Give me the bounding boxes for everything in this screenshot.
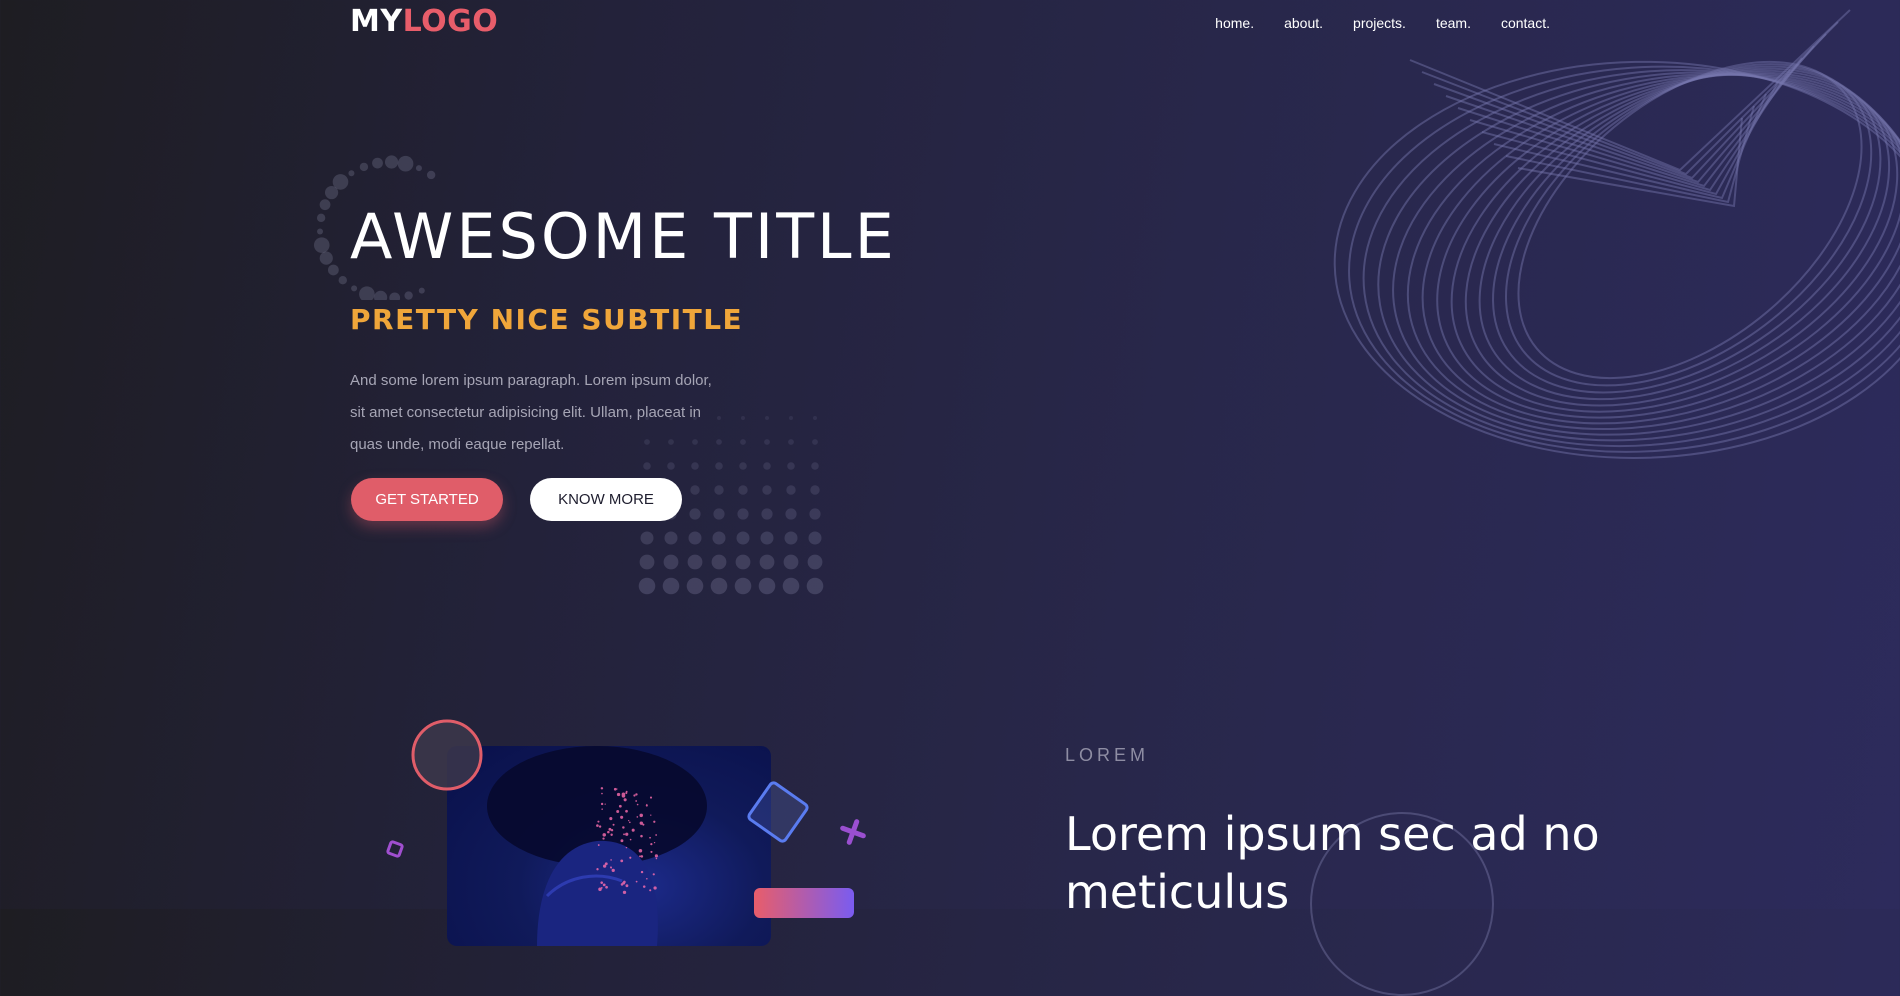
- feature-image: [447, 746, 771, 946]
- logo-part-logo: LOGO: [402, 4, 499, 39]
- plus-decoration: [840, 819, 866, 845]
- gradient-card-decoration: [754, 888, 854, 918]
- section-title: Lorem ipsum sec ad no meticulus: [1065, 807, 1600, 919]
- circle-outline-decoration: [411, 719, 483, 791]
- hero-paragraph: And some lorem ipsum paragraph. Lorem ip…: [350, 372, 712, 453]
- main-nav: home. about. projects. team. contact.: [1215, 15, 1550, 31]
- wireframe-spiral-decoration: [1333, 9, 1900, 459]
- get-started-button[interactable]: GET STARTED: [351, 478, 503, 521]
- logo-part-my: MY: [350, 4, 403, 39]
- nav-contact[interactable]: contact.: [1501, 15, 1550, 31]
- nav-projects[interactable]: projects.: [1353, 15, 1406, 31]
- know-more-button[interactable]: KNOW MORE: [530, 478, 682, 521]
- square-outline-decoration: [747, 781, 809, 843]
- nav-home[interactable]: home.: [1215, 15, 1254, 31]
- logo[interactable]: MYLOGO: [350, 4, 498, 39]
- section-eyebrow: LOREM: [1065, 745, 1150, 765]
- nav-about[interactable]: about.: [1284, 15, 1323, 31]
- small-square-decoration: [386, 840, 404, 858]
- nav-team[interactable]: team.: [1436, 15, 1471, 31]
- portrait-illustration: [487, 746, 707, 946]
- hero-subtitle: PRETTY NICE SUBTITLE: [350, 303, 744, 336]
- hero-title: AWESOME TITLE: [350, 200, 897, 273]
